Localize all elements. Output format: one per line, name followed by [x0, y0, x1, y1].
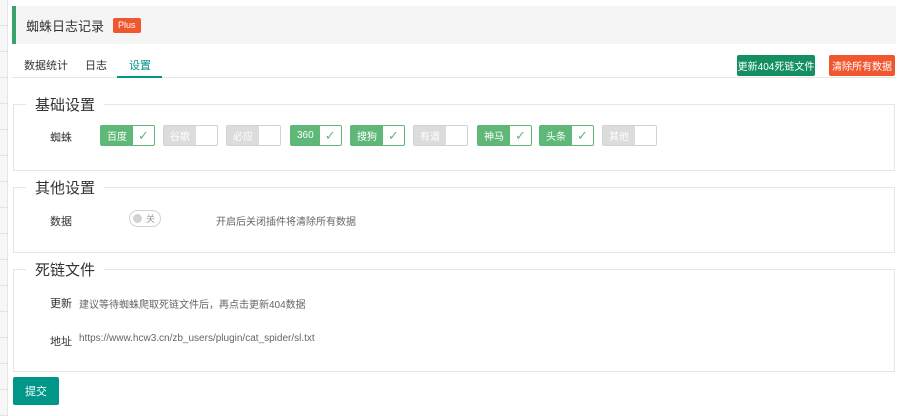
spider-checkbox-360[interactable]: 360 ✓	[290, 125, 342, 146]
spider-checkbox-shenma[interactable]: 神马 ✓	[477, 125, 532, 146]
basic-settings-legend: 基础设置	[26, 94, 105, 115]
switch-state-text: 关	[146, 214, 156, 224]
spider-checkbox-youdao[interactable]: 有道	[413, 125, 468, 146]
refresh-404-button[interactable]: 更新404死链文件	[737, 55, 815, 76]
deadlink-section: 死链文件	[13, 259, 895, 372]
deadlink-legend: 死链文件	[26, 259, 105, 280]
address-label: 地址	[50, 336, 72, 348]
spider-checkbox-baidu[interactable]: 百度 ✓	[100, 125, 155, 146]
page-title: 蜘蛛日志记录	[26, 18, 105, 34]
clear-all-data-button[interactable]: 清除所有数据	[829, 55, 895, 76]
plus-badge: Plus	[113, 17, 141, 33]
spider-checkbox-other[interactable]: 其他	[602, 125, 657, 146]
left-frame-strip	[0, 0, 8, 416]
update-label: 更新	[50, 298, 72, 310]
deadlink-address[interactable]: https://www.hcw3.cn/zb_users/plugin/cat_…	[79, 333, 315, 344]
check-icon	[635, 126, 656, 145]
data-label: 数据	[50, 216, 72, 228]
spider-checkbox-sogou[interactable]: 搜狗 ✓	[350, 125, 405, 146]
check-icon: ✓	[515, 127, 526, 143]
tab-stats[interactable]: 数据统计	[24, 57, 68, 73]
active-tab-indicator	[117, 76, 162, 78]
spider-checkbox-bing[interactable]: 必应	[226, 125, 281, 146]
submit-button[interactable]: 提交	[13, 377, 59, 405]
clear-data-hint: 开启后关闭插件将清除所有数据	[216, 217, 356, 228]
spider-label: 蜘蛛	[50, 132, 72, 144]
update-hint: 建议等待蜘蛛爬取死链文件后，再点击更新404数据	[79, 300, 306, 311]
check-icon	[196, 126, 217, 145]
page-header: 蜘蛛日志记录 Plus	[12, 6, 896, 44]
spider-checkbox-google[interactable]: 谷歌	[163, 125, 218, 146]
tab-log[interactable]: 日志	[85, 57, 107, 73]
check-icon: ✓	[388, 127, 399, 143]
check-icon: ✓	[577, 127, 588, 143]
tab-settings[interactable]: 设置	[129, 57, 151, 73]
check-icon: ✓	[138, 127, 149, 143]
check-icon	[446, 126, 467, 145]
spider-checkbox-toutiao[interactable]: 头条 ✓	[539, 125, 594, 146]
clear-data-switch[interactable]: 关	[129, 210, 161, 227]
switch-knob	[133, 214, 142, 223]
other-settings-legend: 其他设置	[26, 177, 105, 198]
check-icon	[259, 126, 280, 145]
check-icon: ✓	[324, 127, 336, 143]
